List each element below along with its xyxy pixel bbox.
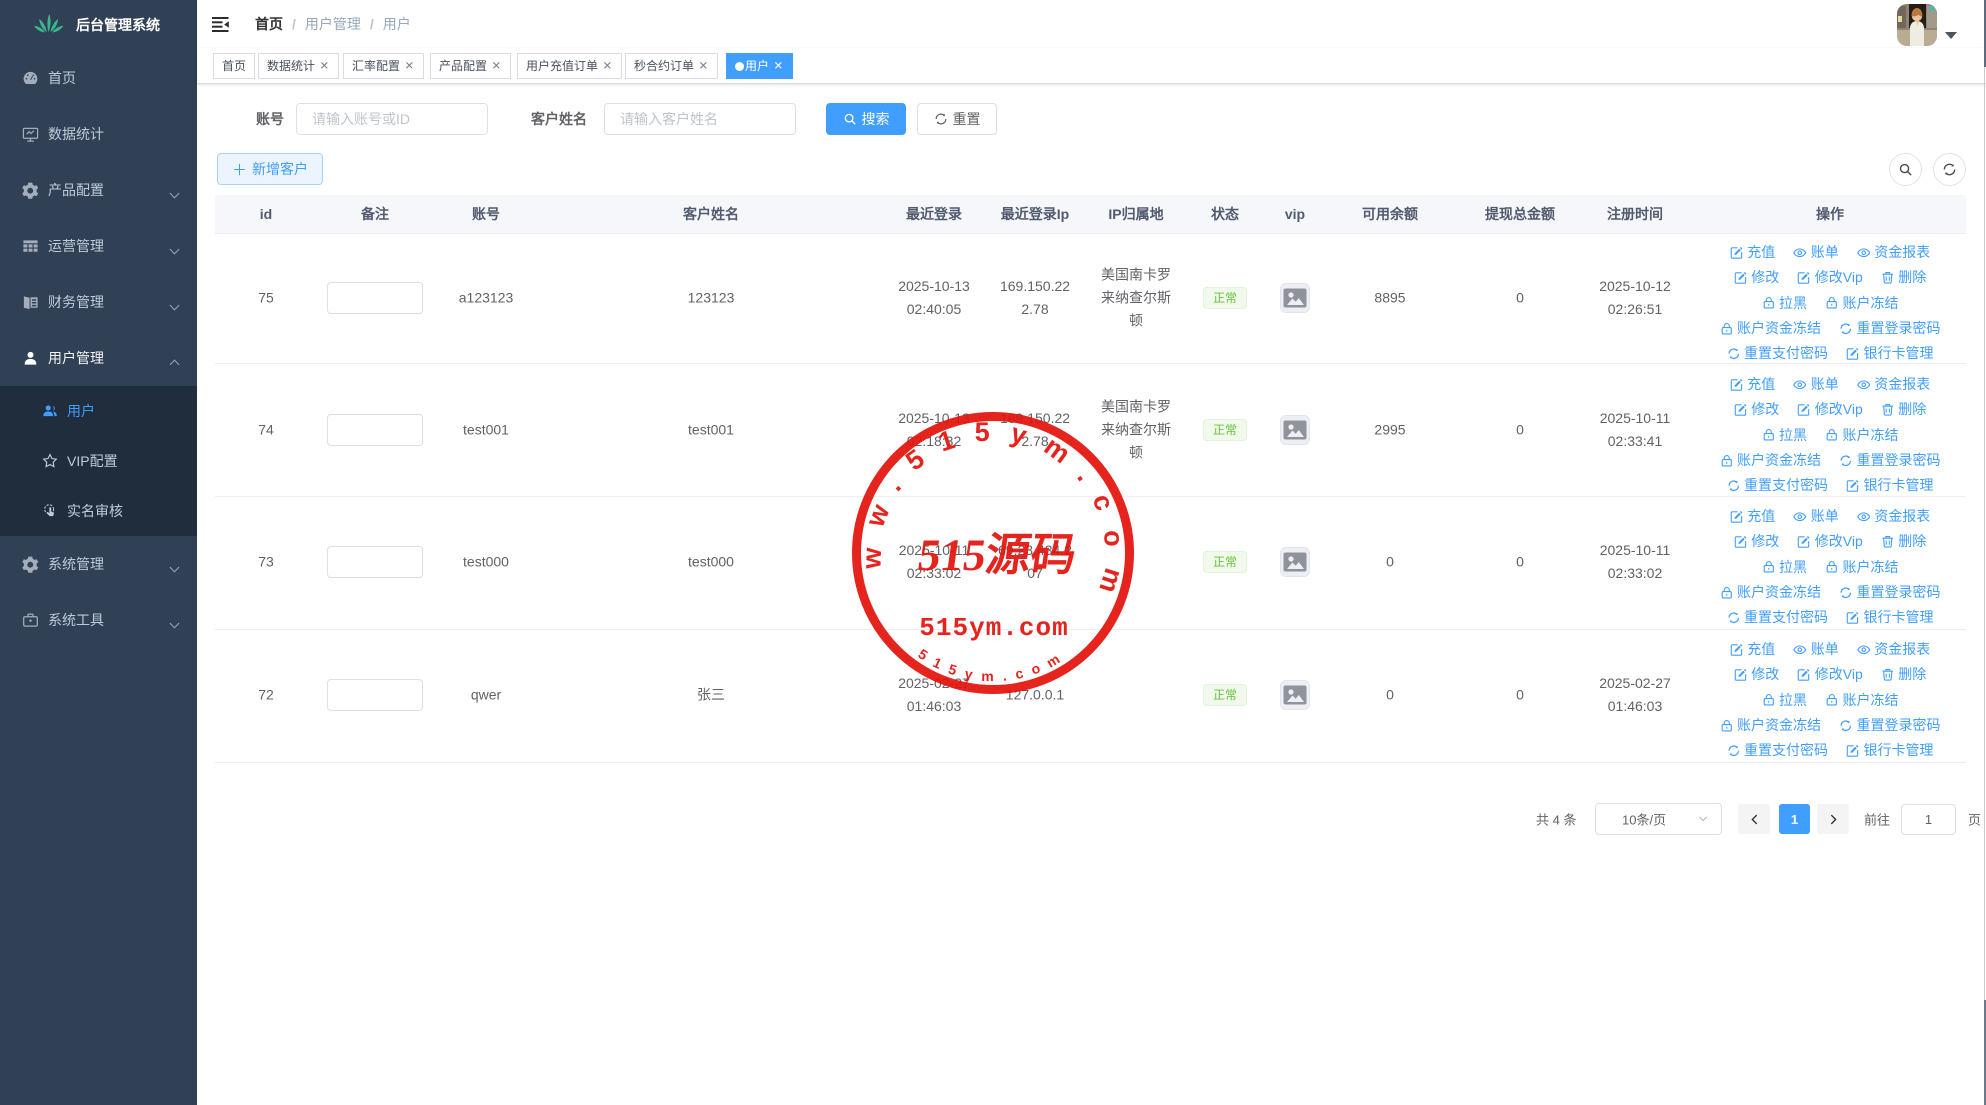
svg-text:www.515ym.com: www.515ym.com xyxy=(848,408,1130,615)
svg-text:515ym.com: 515ym.com xyxy=(919,613,1068,643)
svg-text:515源码: 515源码 xyxy=(915,530,1079,580)
